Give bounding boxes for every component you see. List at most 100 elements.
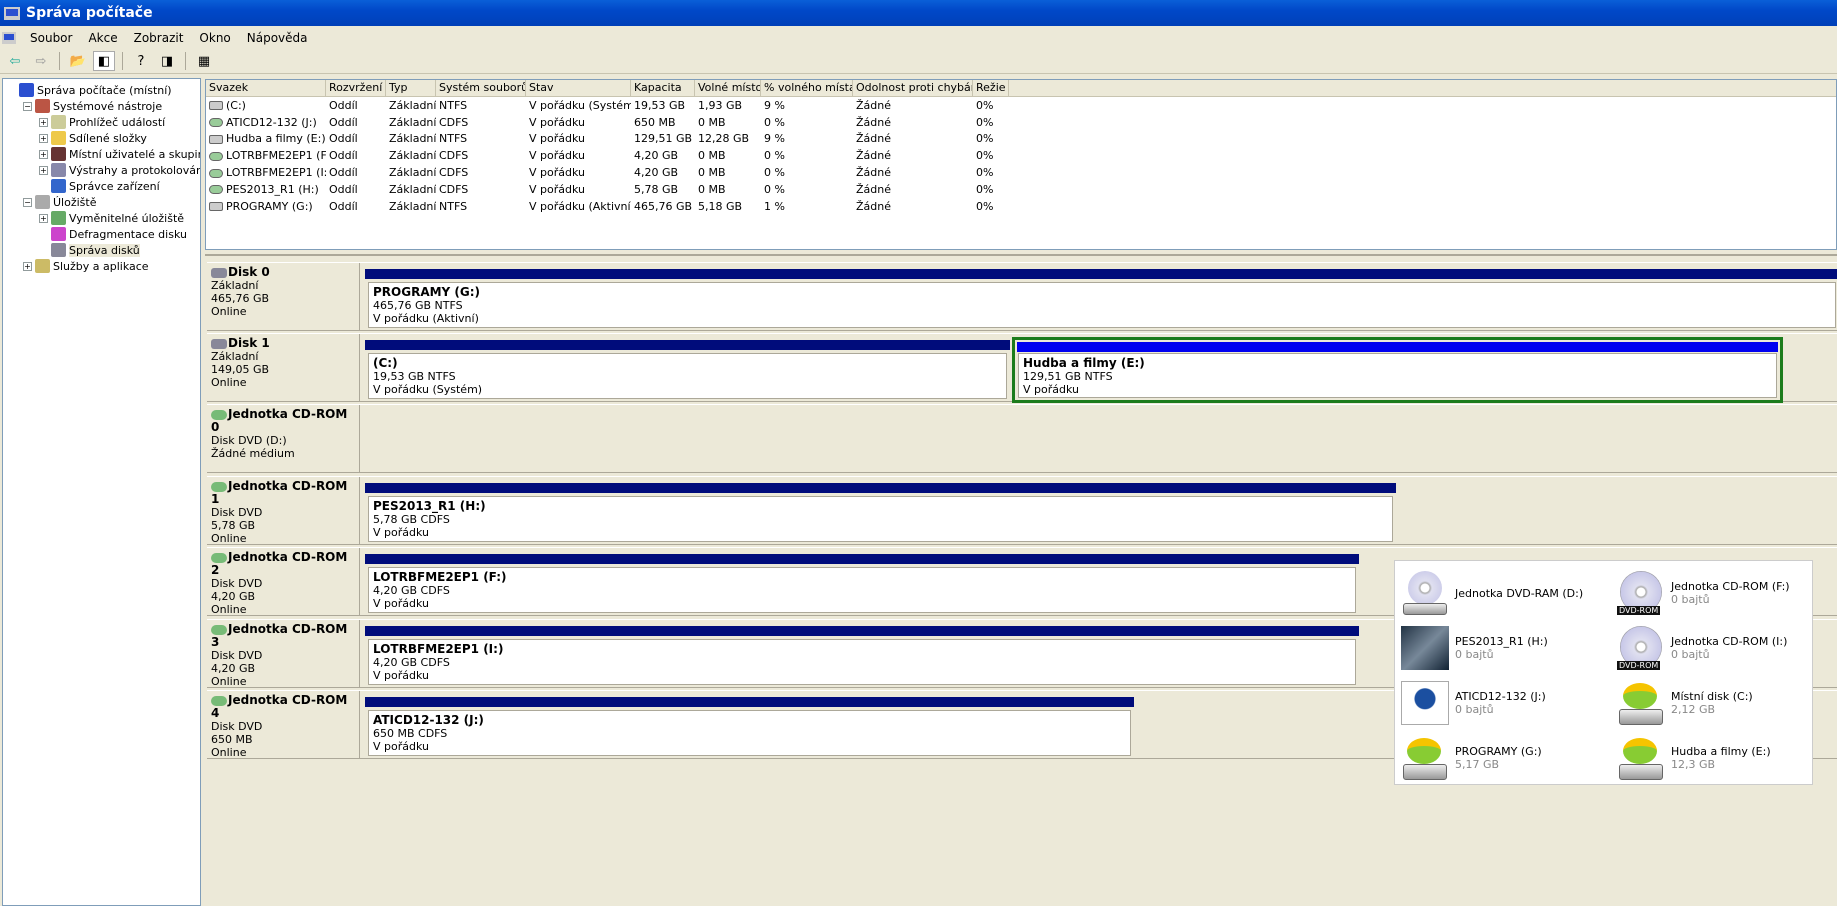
drive-item[interactable]: DVD-ROM Jednotka CD-ROM (I:) 0 bajtů [1617, 626, 1787, 670]
table-cell: V pořádku [526, 149, 631, 162]
tree-item[interactable]: Správa disků [3, 242, 200, 258]
drive-item[interactable]: Jednotka DVD-RAM (D:) [1401, 571, 1583, 615]
column-header[interactable]: Rozvržení [326, 80, 386, 96]
show-hide-tree-icon[interactable]: ◧ [93, 51, 115, 71]
partition[interactable]: LOTRBFME2EP1 (F:) 4,20 GB CDFS V pořádku [365, 554, 1359, 615]
column-header[interactable]: Stav [526, 80, 631, 96]
action-pane-icon[interactable]: ◨ [156, 51, 178, 71]
table-cell: 1 % [761, 200, 853, 213]
tree-item[interactable]: + Výstrahy a protokolování výkonu [3, 162, 200, 178]
column-header[interactable]: Systém souborů [436, 80, 526, 96]
properties-icon[interactable]: ▦ [193, 51, 215, 71]
table-cell: 0% [973, 166, 1009, 179]
drive-item[interactable]: Místní disk (C:) 2,12 GB [1617, 681, 1753, 725]
menu-0[interactable]: Soubor [22, 31, 80, 45]
expand-icon[interactable]: + [39, 133, 48, 143]
menu-3[interactable]: Okno [191, 31, 238, 45]
table-cell: V pořádku (Systém) [526, 99, 631, 112]
disk-label[interactable]: Jednotka CD-ROM 2 Disk DVD 4,20 GB Online [207, 548, 360, 616]
tree-item[interactable]: − Systémové nástroje [3, 98, 200, 114]
collapse-icon[interactable]: − [23, 101, 32, 111]
computer-icon[interactable] [2, 31, 16, 44]
partition[interactable]: PES2013_R1 (H:) 5,78 GB CDFS V pořádku [365, 483, 1396, 544]
table-row[interactable]: LOTRBFME2EP1 (I:) Oddíl Základní CDFS V pořá… [206, 164, 1836, 181]
partition[interactable]: Hudba a filmy (E:) 129,51 GB NTFS V pořádk… [1012, 337, 1783, 403]
tree-item[interactable]: + Služby a aplikace [3, 258, 200, 274]
drive-name: Jednotka CD-ROM (F:) [1671, 580, 1790, 593]
table-cell: V pořádku [526, 116, 631, 129]
disk-label[interactable]: Jednotka CD-ROM 1 Disk DVD 5,78 GB Online [207, 477, 360, 545]
disk-status: Online [211, 532, 247, 545]
cell-text: 0 % [764, 182, 785, 196]
forward-icon[interactable]: ⇨ [30, 51, 52, 71]
expand-icon[interactable]: + [23, 261, 32, 271]
disk-label[interactable]: Jednotka CD-ROM 0 Disk DVD (D:) Žádné médi… [207, 405, 360, 472]
expand-icon[interactable]: + [39, 213, 48, 223]
menu-4[interactable]: Nápověda [239, 31, 316, 45]
table-cell: CDFS [436, 166, 526, 179]
up-folder-icon[interactable]: 📂 [67, 51, 89, 71]
tree-item[interactable]: + Místní uživatelé a skupiny [3, 146, 200, 162]
drive-item[interactable]: DVD-ROM Jednotka CD-ROM (F:) 0 bajtů [1617, 571, 1790, 615]
table-row[interactable]: Hudba a filmy (E:) Oddíl Základní NTFS V poř… [206, 131, 1836, 148]
partition-state: V pořádku (Systém) [373, 383, 483, 396]
collapse-icon[interactable]: − [23, 197, 32, 207]
drive-item[interactable]: Hudba a filmy (E:) 12,3 GB [1617, 736, 1771, 780]
menu-2[interactable]: Zobrazit [126, 31, 192, 45]
dvd-ram-icon [1401, 571, 1449, 615]
drive-item[interactable]: ATICD12-132 (J:) 0 bajtů [1401, 681, 1546, 725]
cell-text: CDFS [439, 149, 469, 163]
column-header[interactable]: Svazek [206, 80, 326, 96]
partition[interactable]: LOTRBFME2EP1 (I:) 4,20 GB CDFS V pořádku [365, 626, 1359, 687]
tree-item[interactable]: Defragmentace disku [3, 226, 200, 242]
partition[interactable]: ATICD12-132 (J:) 650 MB CDFS V pořádku [365, 697, 1134, 758]
drive-item[interactable]: PROGRAMY (G:) 5,17 GB [1401, 736, 1542, 780]
cell-text: V pořádku [529, 132, 585, 146]
partition[interactable]: PROGRAMY (G:) 465,76 GB NTFS V pořádku (Ak… [365, 269, 1837, 330]
partition-bar [365, 269, 1837, 279]
disk-label[interactable]: Jednotka CD-ROM 4 Disk DVD 650 MB Online [207, 691, 360, 759]
table-cell: CDFS [436, 116, 526, 129]
tree-item[interactable]: + Sdílené složky [3, 130, 200, 146]
cd-volume-icon [209, 185, 223, 195]
table-row[interactable]: PES2013_R1 (H:) Oddíl Základní CDFS V pořádk… [206, 181, 1836, 198]
partition-name: LOTRBFME2EP1 (I:) [373, 642, 504, 656]
table-row[interactable]: ATICD12-132 (J:) Oddíl Základní CDFS V pořád… [206, 114, 1836, 131]
help-icon[interactable]: ? [130, 51, 152, 71]
column-header[interactable]: Odolnost proti chybám [853, 80, 973, 96]
menu-bar: Soubor Akce Zobrazit Okno Nápověda [0, 26, 1837, 49]
column-header[interactable]: % volného místa [761, 80, 853, 96]
cell-text: 0 % [764, 166, 785, 180]
disk-label[interactable]: Disk 1 Základní 149,05 GB Online [207, 334, 360, 401]
column-header[interactable]: Volné místo [695, 80, 761, 96]
disk-label[interactable]: Disk 0 Základní 465,76 GB Online [207, 263, 360, 330]
menu-1[interactable]: Akce [80, 31, 125, 45]
expand-icon[interactable]: + [39, 149, 48, 159]
back-icon[interactable]: ⇦ [4, 51, 26, 71]
tree-item[interactable]: − Úložiště [3, 194, 200, 210]
drive-item[interactable]: PES2013_R1 (H:) 0 bajtů [1401, 626, 1548, 670]
volume-icon [209, 202, 223, 212]
partition[interactable]: (C:) 19,53 GB NTFS V pořádku (Systém) [365, 340, 1010, 401]
cell-text: Základní [389, 182, 436, 196]
table-cell: Oddíl [326, 183, 386, 196]
cell-text: 0% [976, 98, 994, 112]
table-row[interactable]: LOTRBFME2EP1 (F:) Oddíl Základní CDFS V pořá… [206, 147, 1836, 164]
tree-item[interactable]: Správce zařízení [3, 178, 200, 194]
expand-icon[interactable]: + [39, 117, 48, 127]
table-row[interactable]: (C:) Oddíl Základní NTFS V pořádku (Systém) 1… [206, 97, 1836, 114]
hdd-icon [1617, 681, 1665, 725]
table-row[interactable]: PROGRAMY (G:) Oddíl Základní NTFS V pořádku … [206, 198, 1836, 215]
expand-icon[interactable]: + [39, 165, 48, 175]
column-header[interactable]: Typ [386, 80, 436, 96]
tree-item[interactable]: + Prohlížeč událostí [3, 114, 200, 130]
table-cell: Základní [386, 132, 436, 145]
tree-item[interactable]: Správa počítače (místní) [3, 82, 200, 98]
partition-state: V pořádku [1023, 383, 1079, 396]
partition-state: V pořádku [373, 669, 429, 682]
disk-type: Disk DVD (D:) [211, 434, 287, 447]
tree-item[interactable]: + Vyměnitelné úložiště [3, 210, 200, 226]
column-header[interactable]: Režie [973, 80, 1009, 96]
column-header[interactable]: Kapacita [631, 80, 695, 96]
disk-label[interactable]: Jednotka CD-ROM 3 Disk DVD 4,20 GB Online [207, 620, 360, 688]
